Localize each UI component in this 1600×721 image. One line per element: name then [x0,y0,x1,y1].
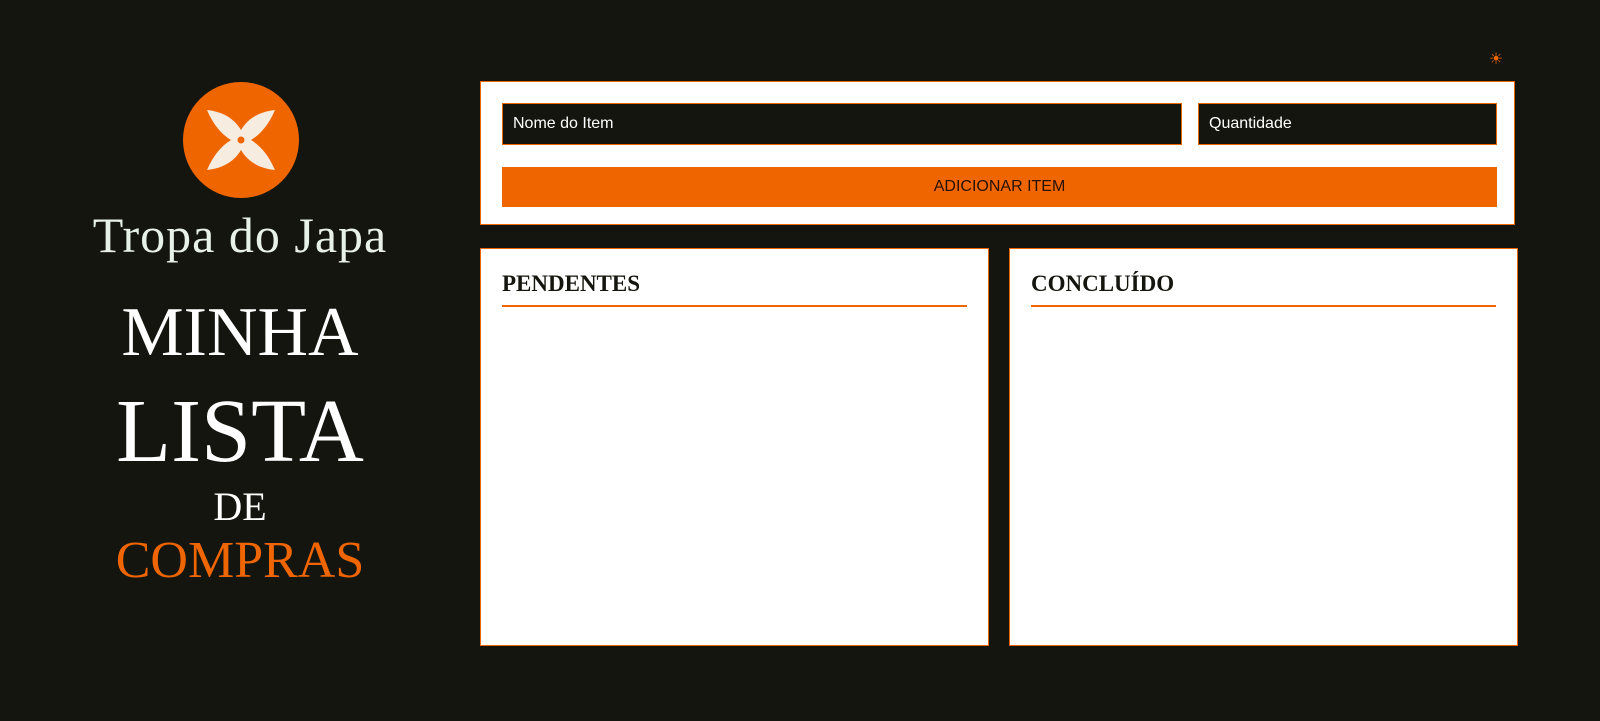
done-list: CONCLUÍDO [1009,248,1518,646]
shuriken-icon [207,110,275,170]
brand-name: Tropa do Japa [92,207,388,263]
add-item-form: ADICIONAR ITEM [480,81,1515,225]
title-line-3: DE [213,484,267,529]
quantity-input[interactable] [1198,103,1497,145]
pending-list: PENDENTES [480,248,989,646]
done-heading: CONCLUÍDO [1031,269,1496,307]
logo [183,82,299,198]
add-item-button[interactable]: ADICIONAR ITEM [502,167,1497,207]
theme-toggle-button[interactable]: ☀ [1486,49,1506,69]
title-line-4: COMPRAS [115,532,365,589]
item-name-input[interactable] [502,103,1182,145]
title-line-2: LISTA [116,382,364,481]
title-line-1: MINHA [121,294,359,371]
sun-icon: ☀ [1488,49,1504,68]
done-items [1031,319,1496,629]
pending-heading: PENDENTES [502,269,967,307]
pending-items [502,319,967,629]
sidebar: Tropa do Japa MINHA LISTA DE COMPRAS [0,0,480,721]
